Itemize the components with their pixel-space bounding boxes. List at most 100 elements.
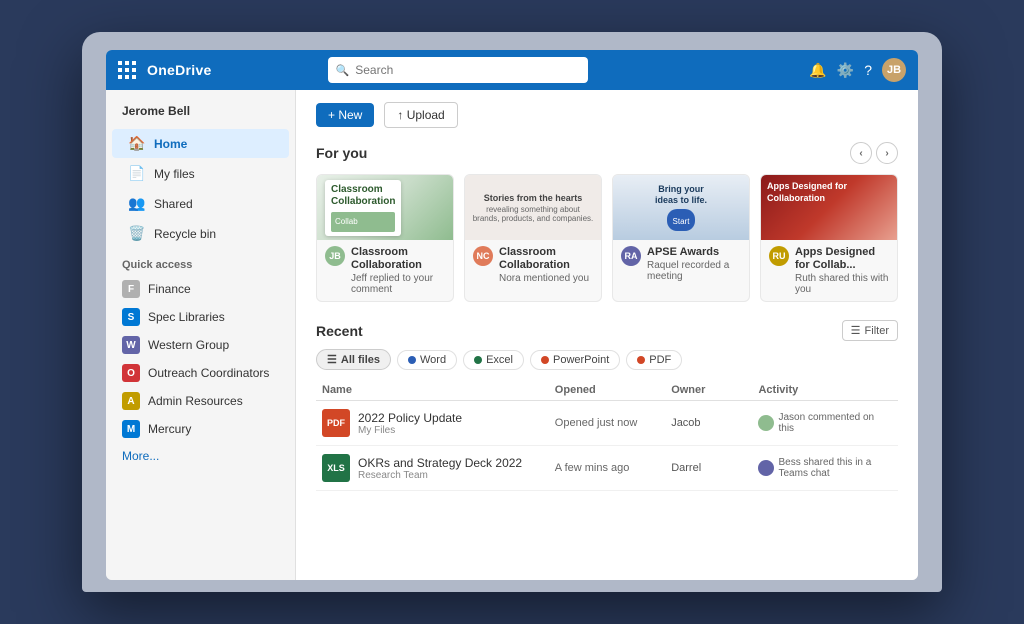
sidebar-item-finance[interactable]: F Finance: [106, 275, 295, 303]
notifications-icon[interactable]: 🔔: [809, 62, 826, 79]
search-box: 🔍: [328, 57, 588, 83]
speclib-label: Spec Libraries: [148, 310, 225, 324]
tab-all-files[interactable]: ☰ All files: [316, 349, 391, 370]
table-row[interactable]: XLS OKRs and Strategy Deck 2022 Research…: [316, 446, 898, 491]
file-type-tabs: ☰ All files Word Excel PowerPoint: [316, 349, 898, 370]
card-classroom-collab-1[interactable]: ClassroomCollaboration Collab JB: [316, 174, 454, 302]
speclib-icon: S: [122, 308, 140, 326]
sidebar-item-recycle-label: Recycle bin: [154, 227, 216, 241]
table-row[interactable]: PDF 2022 Policy Update My Files Opened j…: [316, 401, 898, 446]
card-apps[interactable]: Apps Designed forCollaboration RU Apps D…: [760, 174, 898, 302]
sidebar-item-myfiles[interactable]: 📄 My files: [112, 159, 289, 188]
activity-avatar-2: [758, 460, 774, 476]
next-arrow[interactable]: ›: [876, 142, 898, 164]
sidebar-username: Jerome Bell: [106, 100, 295, 128]
new-button[interactable]: + New: [316, 103, 374, 127]
grid-icon[interactable]: [118, 61, 137, 80]
recent-label: Recent: [316, 323, 363, 339]
card-text-4: Apps Designed for Collab... Ruth shared …: [795, 246, 889, 295]
col-opened: Opened: [549, 380, 665, 401]
sidebar: Jerome Bell 🏠 Home 📄 My files 👥 Shared 🗑…: [106, 90, 296, 580]
activity-text-2: Bess shared this in a Teams chat: [778, 457, 892, 479]
outreach-label: Outreach Coordinators: [148, 366, 269, 380]
admin-icon: A: [122, 392, 140, 410]
card-text-2: Classroom Collaboration Nora mentioned y…: [499, 246, 593, 284]
content-toolbar: + New ↑ Upload: [316, 102, 898, 128]
sidebar-item-myfiles-label: My files: [154, 167, 195, 181]
mercury-label: Mercury: [148, 422, 191, 436]
avatar[interactable]: JB: [882, 58, 906, 82]
upload-button[interactable]: ↑ Upload: [384, 102, 457, 128]
col-activity: Activity: [752, 380, 898, 401]
tab-word[interactable]: Word: [397, 350, 457, 370]
for-you-section-header: For you ‹ ›: [316, 142, 898, 164]
card-title-4: Apps Designed for Collab...: [795, 246, 889, 272]
search-icon: 🔍: [336, 64, 350, 77]
recycle-icon: 🗑️: [128, 225, 146, 242]
file-table: Name Opened Owner Activity PDF: [316, 380, 898, 491]
mercury-icon: M: [122, 420, 140, 438]
card-apps-text: Apps Designed forCollaboration: [767, 181, 847, 204]
card-text-1: Classroom Collaboration Jeff replied to …: [351, 246, 445, 295]
sidebar-item-admin[interactable]: A Admin Resources: [106, 387, 295, 415]
content-area: + New ↑ Upload For you ‹ ›: [296, 90, 918, 580]
card-text-3: APSE Awards Raquel recorded a meeting: [647, 246, 741, 282]
shared-icon: 👥: [128, 195, 146, 212]
for-you-cards: ClassroomCollaboration Collab JB: [316, 174, 898, 302]
card-info-3: RA APSE Awards Raquel recorded a meeting: [613, 240, 749, 288]
topbar: OneDrive 🔍 🔔 ⚙️ ? JB: [106, 50, 918, 90]
filter-button[interactable]: ☰ Filter: [842, 320, 898, 341]
card-apse[interactable]: Bring yourideas to life. Start RA: [612, 174, 750, 302]
settings-icon[interactable]: ⚙️: [837, 62, 854, 79]
file-name-group-1: 2022 Policy Update My Files: [358, 411, 462, 436]
western-label: Western Group: [148, 338, 229, 352]
help-icon[interactable]: ?: [864, 62, 872, 78]
more-button[interactable]: More...: [106, 443, 295, 469]
tab-powerpoint[interactable]: PowerPoint: [530, 350, 620, 370]
activity-cell-2: Bess shared this in a Teams chat: [758, 457, 892, 479]
recent-section-header: Recent ☰ Filter: [316, 320, 898, 341]
file-location-1: My Files: [358, 425, 462, 436]
search-input[interactable]: [355, 63, 579, 77]
card-sub-2: Nora mentioned you: [499, 273, 593, 284]
main-layout: Jerome Bell 🏠 Home 📄 My files 👥 Shared 🗑…: [106, 90, 918, 580]
col-owner: Owner: [665, 380, 752, 401]
sidebar-item-recycle[interactable]: 🗑️ Recycle bin: [112, 219, 289, 248]
card-sub-3: Raquel recorded a meeting: [647, 260, 741, 282]
card-info-4: RU Apps Designed for Collab... Ruth shar…: [761, 240, 897, 301]
brand-name: OneDrive: [147, 62, 212, 78]
file-icon-excel: XLS: [322, 454, 350, 482]
western-icon: W: [122, 336, 140, 354]
sidebar-item-outreach[interactable]: O Outreach Coordinators: [106, 359, 295, 387]
file-opened-1: Opened just now: [549, 401, 665, 446]
card-thumb-2: Stories from the hearts revealing someth…: [465, 175, 601, 240]
sidebar-item-western[interactable]: W Western Group: [106, 331, 295, 359]
filter-icon: ☰: [851, 324, 861, 337]
card-avatar-row-4: RU Apps Designed for Collab... Ruth shar…: [769, 246, 889, 295]
activity-text-1: Jason commented on this: [778, 412, 892, 434]
file-location-2: Research Team: [358, 470, 522, 481]
card-title-2: Classroom Collaboration: [499, 246, 593, 272]
card-avatar-1: JB: [325, 246, 345, 266]
sidebar-item-speclib[interactable]: S Spec Libraries: [106, 303, 295, 331]
sidebar-item-shared[interactable]: 👥 Shared: [112, 189, 289, 218]
ppt-dot: [541, 356, 549, 364]
activity-cell-1: Jason commented on this: [758, 412, 892, 434]
tab-pdf[interactable]: PDF: [626, 350, 682, 370]
card-thumb-collab: Stories from the hearts revealing someth…: [465, 175, 601, 240]
tab-excel[interactable]: Excel: [463, 350, 524, 370]
sidebar-item-mercury[interactable]: M Mercury: [106, 415, 295, 443]
home-icon: 🏠: [128, 135, 146, 152]
card-thumb-1: ClassroomCollaboration Collab: [317, 175, 453, 240]
col-name: Name: [316, 380, 549, 401]
card-avatar-row-1: JB Classroom Collaboration Jeff replied …: [325, 246, 445, 295]
card-classroom-collab-2[interactable]: Stories from the hearts revealing someth…: [464, 174, 602, 302]
activity-avatar-1: [758, 415, 774, 431]
sidebar-item-home[interactable]: 🏠 Home: [112, 129, 289, 158]
file-opened-2: A few mins ago: [549, 446, 665, 491]
card-title-3: APSE Awards: [647, 246, 741, 259]
pdf-dot: [637, 356, 645, 364]
quick-access-label: Quick access: [106, 249, 295, 275]
prev-arrow[interactable]: ‹: [850, 142, 872, 164]
card-thumb-text-1: ClassroomCollaboration: [331, 184, 395, 208]
